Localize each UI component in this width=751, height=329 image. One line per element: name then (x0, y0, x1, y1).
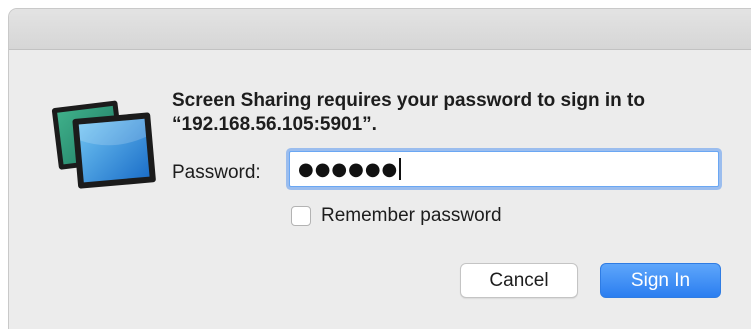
cancel-button[interactable]: Cancel (460, 263, 578, 298)
dialog-message: Screen Sharing requires your password to… (172, 90, 645, 135)
title-bar[interactable] (9, 9, 751, 50)
password-label: Password: (172, 162, 261, 183)
remember-password-option[interactable]: Remember password (291, 205, 502, 227)
password-value: ●●●●●● (298, 158, 399, 180)
remember-password-checkbox[interactable] (291, 206, 311, 226)
password-field[interactable]: ●●●●●● (289, 151, 719, 187)
text-caret (399, 158, 402, 180)
screen-sharing-icon (51, 100, 156, 189)
sign-in-button[interactable]: Sign In (600, 263, 721, 298)
remember-password-label[interactable]: Remember password (321, 205, 502, 227)
login-dialog: Screen Sharing requires your password to… (8, 8, 751, 329)
